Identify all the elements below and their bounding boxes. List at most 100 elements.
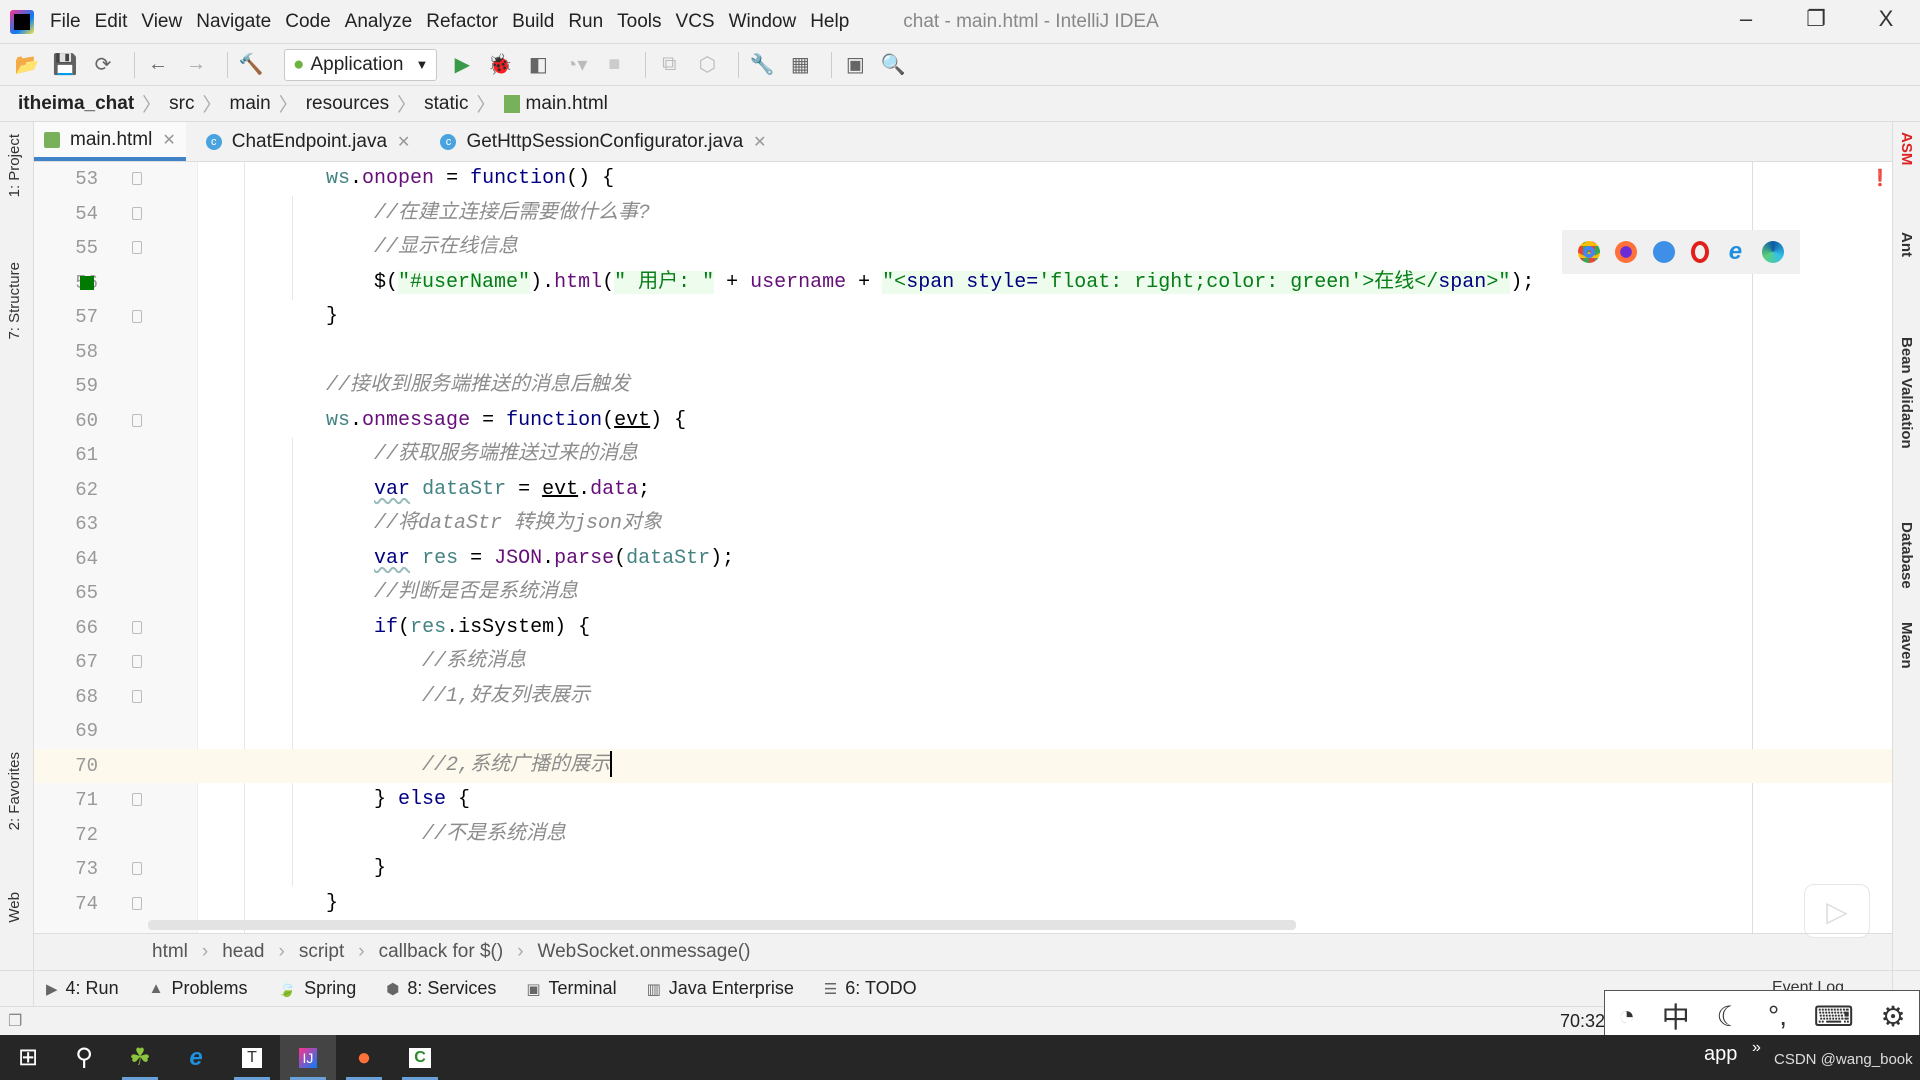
search-icon[interactable]: 🔍 <box>878 50 908 80</box>
code-editor[interactable]: 53 54 55 56 57 58 59 60 61 62 63 64 65 66 67 68 69 70 71 72… <box>34 162 1892 933</box>
editor-breadcrumb-item[interactable]: html <box>152 941 188 963</box>
fold-marker-icon[interactable] <box>132 793 142 806</box>
ie-icon[interactable]: e <box>1724 240 1746 264</box>
fold-marker-icon[interactable] <box>132 206 142 220</box>
editor-breadcrumb-item[interactable]: callback for $() <box>379 941 504 963</box>
tool-structure[interactable]: 7: Structure <box>6 262 23 340</box>
tool-asm[interactable]: ASM <box>1898 132 1915 165</box>
debug-icon[interactable]: 🐞 <box>485 50 515 80</box>
ime-logo-icon[interactable]: ◔ <box>1618 1000 1635 1032</box>
code-area[interactable]: ws.onopen = function() { //在建立连接后需要做什么事?… <box>198 162 1892 933</box>
run-anything-icon[interactable]: ▣ <box>840 50 870 80</box>
breadcrumb-item[interactable]: static <box>424 93 468 115</box>
tool-window-java-enterprise[interactable]: ▥ Java Enterprise <box>647 978 794 999</box>
tab-gethttpsessionconfigurator-java[interactable]: c GetHttpSessionConfigurator.java ✕ <box>430 122 776 161</box>
firefox-icon[interactable] <box>1615 241 1638 263</box>
tray-expand-icon[interactable]: » <box>1752 1039 1761 1057</box>
tool-window-8-services[interactable]: ⬢ 8: Services <box>386 978 496 999</box>
menu-file[interactable]: File <box>50 11 81 33</box>
fold-marker-icon[interactable] <box>132 620 142 634</box>
menu-analyze[interactable]: Analyze <box>345 11 413 33</box>
tool-window-4-run[interactable]: ▶ 4: Run <box>46 978 119 999</box>
keyboard-icon[interactable]: ⌨ <box>1814 1000 1854 1033</box>
profile-icon[interactable]: ◔▾ <box>561 50 591 80</box>
camtasia-icon[interactable]: C <box>392 1035 448 1080</box>
menu-tools[interactable]: Tools <box>617 11 661 33</box>
fold-marker-icon[interactable] <box>132 172 142 185</box>
forward-icon[interactable]: → <box>181 50 211 80</box>
tab-main-html[interactable]: main.html ✕ <box>34 122 186 161</box>
tool-project[interactable]: 1: Project <box>6 134 23 197</box>
punctuation-icon[interactable]: °, <box>1768 1000 1787 1032</box>
breadcrumb-item[interactable]: itheima_chat <box>18 93 134 115</box>
tool-database[interactable]: Database <box>1898 522 1915 589</box>
fold-marker-icon[interactable] <box>132 655 142 668</box>
error-indicator-icon[interactable]: ❗ <box>1870 168 1890 188</box>
gear-icon[interactable]: ⚙ <box>1881 1000 1906 1033</box>
breadcrumb-item[interactable]: main <box>230 93 271 115</box>
breadcrumb-item[interactable]: main.html <box>526 93 608 115</box>
editor-breadcrumb-item[interactable]: script <box>299 941 344 963</box>
menu-window[interactable]: Window <box>729 11 797 33</box>
menu-navigate[interactable]: Navigate <box>196 11 271 33</box>
attach-icon[interactable]: ⧉ <box>654 50 684 80</box>
menu-code[interactable]: Code <box>285 11 330 33</box>
menu-help[interactable]: Help <box>810 11 849 33</box>
sync-icon[interactable]: ⟳ <box>88 50 118 80</box>
typora-icon[interactable]: T <box>224 1035 280 1080</box>
horizontal-scrollbar[interactable] <box>148 920 1296 930</box>
menu-refactor[interactable]: Refactor <box>426 11 498 33</box>
coverage-icon[interactable]: ◧ <box>523 50 553 80</box>
chrome-icon[interactable] <box>1577 241 1600 263</box>
intellij-taskbar-icon[interactable]: IJ <box>280 1035 336 1080</box>
edge-icon[interactable] <box>1762 241 1785 263</box>
editor-breadcrumb-item[interactable]: head <box>222 941 264 963</box>
close-icon[interactable]: ✕ <box>162 130 175 150</box>
minimize-button[interactable]: – <box>1716 6 1776 36</box>
firefox-taskbar-icon[interactable]: ● <box>336 1035 392 1080</box>
fold-marker-icon[interactable] <box>132 310 142 323</box>
fold-marker-icon[interactable] <box>132 689 142 703</box>
fold-marker-icon[interactable] <box>132 862 142 875</box>
opera-icon[interactable] <box>1690 241 1709 263</box>
tool-window-terminal[interactable]: ▣ Terminal <box>526 978 616 999</box>
menu-run[interactable]: Run <box>568 11 603 33</box>
update-icon[interactable]: ⬡ <box>692 50 722 80</box>
tool-window-spring[interactable]: 🍃 Spring <box>277 978 356 999</box>
fold-marker-icon[interactable] <box>132 896 142 910</box>
editor-breadcrumb-item[interactable]: WebSocket.onmessage() <box>538 941 751 963</box>
moon-icon[interactable]: ☾ <box>1716 1000 1741 1033</box>
close-button[interactable]: X <box>1856 6 1916 36</box>
stop-icon[interactable]: ■ <box>599 50 629 80</box>
breadcrumb-item[interactable]: src <box>169 93 194 115</box>
tool-window-6-todo[interactable]: ☰ 6: TODO <box>824 978 917 999</box>
video-play-icon[interactable]: ▷ <box>1804 884 1870 938</box>
open-folder-icon[interactable]: 📂 <box>12 50 42 80</box>
restore-button[interactable]: ❐ <box>1786 6 1846 36</box>
run-icon[interactable]: ▶ <box>447 50 477 80</box>
breadcrumb-item[interactable]: resources <box>306 93 389 115</box>
clover-app-icon[interactable]: ☘ <box>112 1035 168 1080</box>
tool-favorites[interactable]: 2: Favorites <box>6 752 23 830</box>
project-structure-icon[interactable]: ▦ <box>785 50 815 80</box>
color-swatch-icon[interactable] <box>80 275 94 290</box>
fold-marker-icon[interactable] <box>132 413 142 427</box>
tool-bean-validation[interactable]: Bean Validation <box>1898 337 1915 449</box>
settings-wrench-icon[interactable]: 🔧 <box>747 50 777 80</box>
close-icon[interactable]: ✕ <box>397 132 410 152</box>
caret-position[interactable]: 70:32 <box>1560 1011 1605 1032</box>
save-icon[interactable]: 💾 <box>50 50 80 80</box>
tool-web[interactable]: Web <box>6 892 23 923</box>
search-icon[interactable]: ⚲ <box>56 1035 112 1080</box>
fold-marker-icon[interactable] <box>132 241 142 254</box>
tray-app-label[interactable]: app <box>1704 1043 1737 1066</box>
build-hammer-icon[interactable]: 🔨 <box>236 50 266 80</box>
back-icon[interactable]: ← <box>143 50 173 80</box>
tool-maven[interactable]: Maven <box>1898 622 1915 669</box>
close-icon[interactable]: ✕ <box>753 132 766 152</box>
menu-edit[interactable]: Edit <box>95 11 128 33</box>
windows-start-icon[interactable]: ⊞ <box>0 1035 56 1080</box>
edge-browser-icon[interactable]: e <box>168 1035 224 1080</box>
toggle-tool-windows-icon[interactable]: ❐ <box>8 1011 22 1031</box>
menu-view[interactable]: View <box>141 11 182 33</box>
